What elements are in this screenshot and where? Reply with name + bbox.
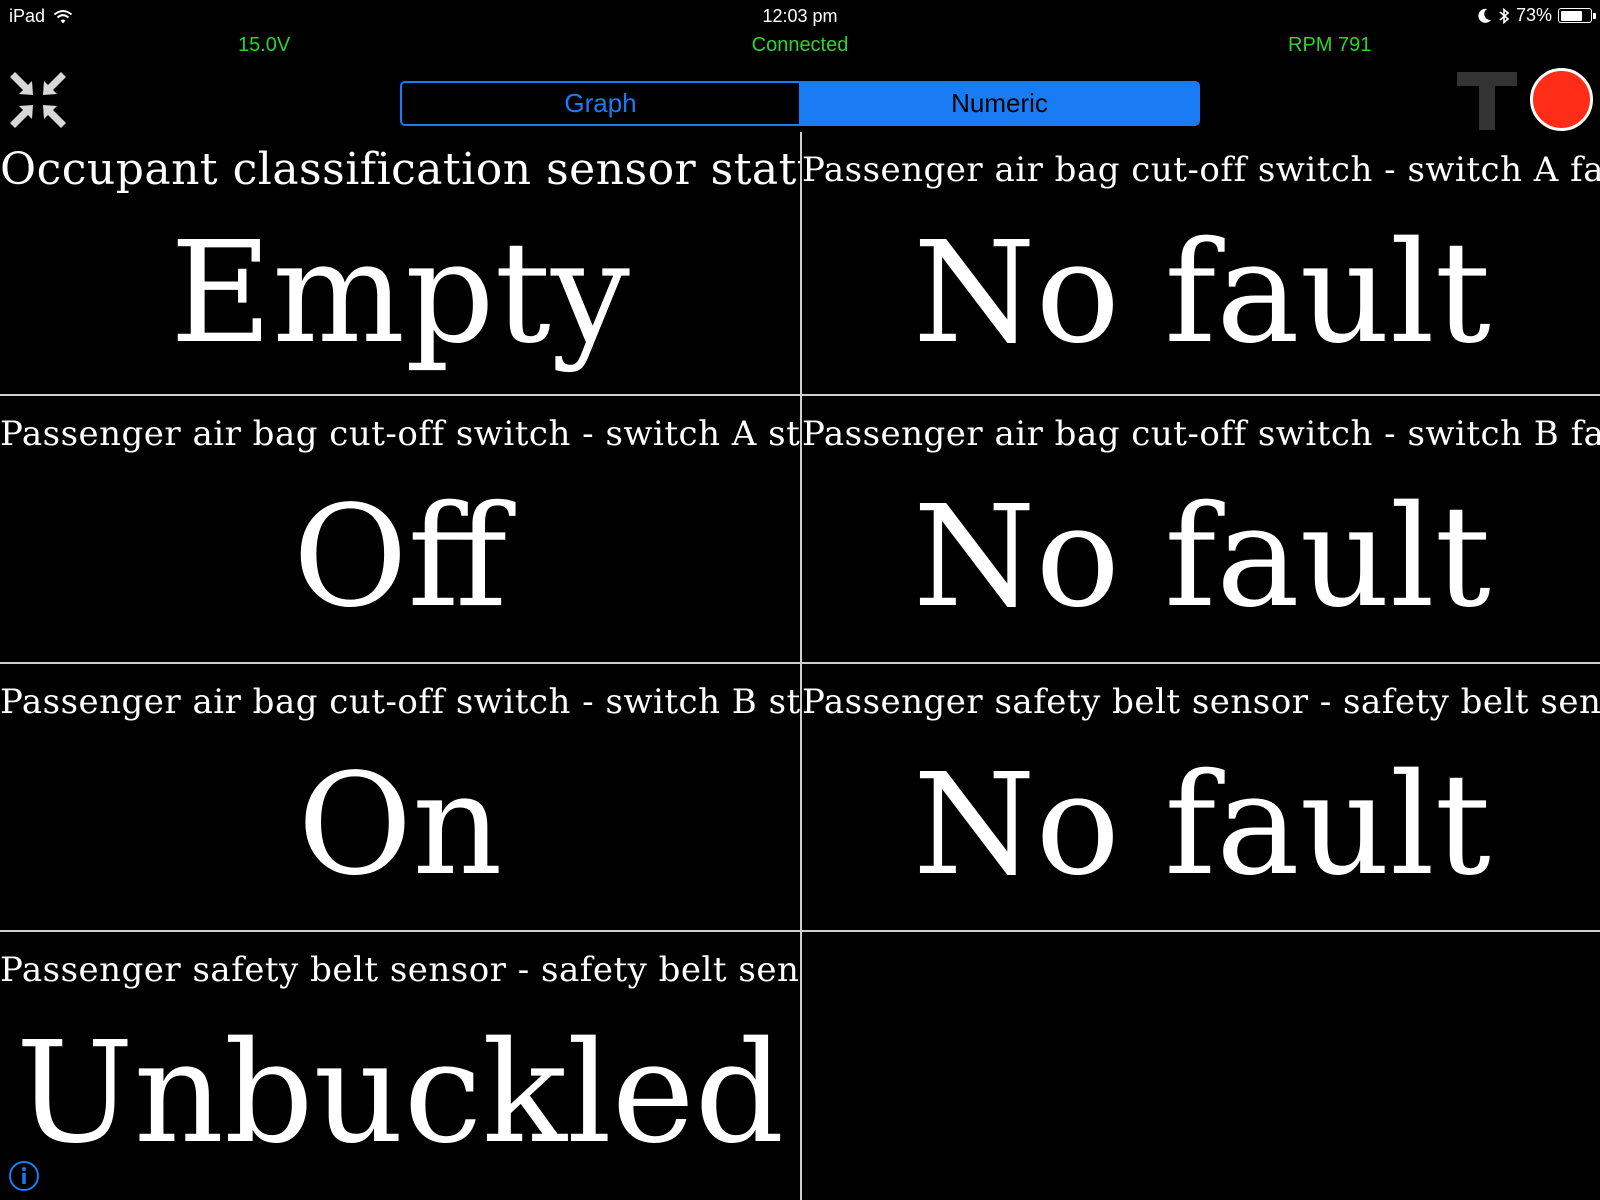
- sensor-label: Passenger safety belt sensor - safety be…: [802, 682, 1600, 722]
- view-mode-segmented-control: Graph Numeric: [400, 81, 1200, 126]
- sensor-value: Off: [292, 476, 508, 639]
- sensor-cell: Passenger air bag cut-off switch - switc…: [0, 664, 800, 932]
- sensor-label: Occupant classification sensor status: [0, 144, 800, 195]
- sensor-label: Passenger air bag cut-off switch - switc…: [802, 414, 1600, 454]
- sensor-label: Passenger air bag cut-off switch - switc…: [0, 414, 800, 454]
- info-row: 15.0V Connected RPM 791: [0, 34, 1600, 62]
- sensor-value: Empty: [170, 212, 630, 375]
- text-t-icon[interactable]: [1455, 70, 1519, 132]
- sensor-cell: Passenger safety belt sensor - safety be…: [0, 932, 800, 1200]
- battery-fill: [1560, 10, 1582, 21]
- bluetooth-icon: [1499, 7, 1510, 24]
- status-right: 73%: [1478, 5, 1596, 26]
- sensor-label: Passenger air bag cut-off switch - switc…: [802, 150, 1600, 190]
- sensor-label: Passenger safety belt sensor - safety be…: [0, 950, 800, 990]
- moon-icon: [1478, 8, 1491, 23]
- tab-numeric[interactable]: Numeric: [801, 83, 1198, 124]
- sensor-cell: Passenger air bag cut-off switch - switc…: [802, 132, 1600, 400]
- sensor-cell: Passenger air bag cut-off switch - switc…: [802, 396, 1600, 664]
- clock: 12:03 pm: [762, 6, 838, 26]
- tab-graph[interactable]: Graph: [402, 83, 801, 124]
- sensor-value: No fault: [913, 476, 1491, 639]
- collapse-arrows-icon[interactable]: [6, 68, 70, 132]
- status-bar: iPad 12:03 pm 73%: [0, 0, 1600, 32]
- sensor-value: No fault: [913, 744, 1491, 907]
- battery-icon: [1558, 8, 1596, 23]
- sensor-cell: Passenger air bag cut-off switch - switc…: [0, 396, 800, 664]
- rpm-readout: RPM 791: [1288, 34, 1372, 56]
- sensor-cell: Passenger safety belt sensor - safety be…: [802, 664, 1600, 932]
- sensor-value: On: [297, 744, 503, 907]
- numeric-grid: Occupant classification sensor status Em…: [0, 132, 1600, 1200]
- battery-percent: 73%: [1515, 5, 1552, 25]
- record-icon[interactable]: [1530, 68, 1593, 131]
- empty-cell: [802, 932, 1600, 1200]
- sensor-value: Unbuckled: [15, 1012, 785, 1175]
- sensor-cell: Occupant classification sensor status Em…: [0, 132, 800, 400]
- sensor-label: Passenger air bag cut-off switch - switc…: [0, 682, 800, 722]
- sensor-value: No fault: [913, 212, 1491, 375]
- info-icon[interactable]: [8, 1160, 40, 1192]
